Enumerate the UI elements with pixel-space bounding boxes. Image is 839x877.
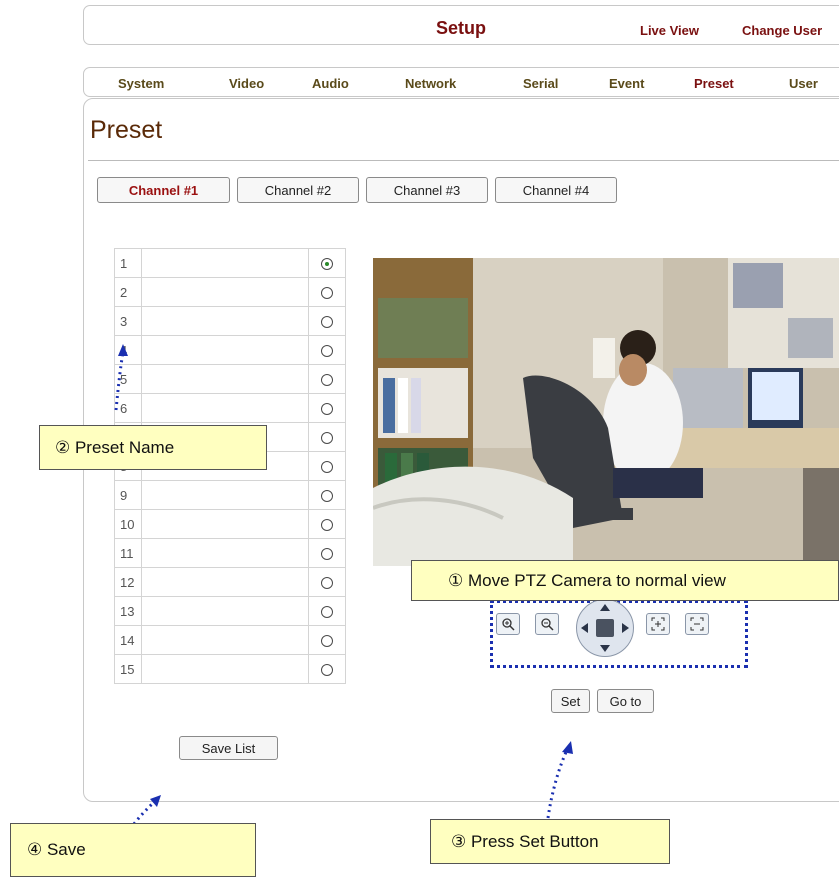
arrow-save [132,800,156,825]
arrow-head-press-set [562,741,573,754]
arrow-preset-name [114,351,125,411]
arrow-head-preset-name [118,344,128,356]
callout-preset-name: ② Preset Name [39,425,267,470]
callout-save: ④ Save [10,823,256,877]
callout-move-ptz: ① Move PTZ Camera to normal view [411,560,839,601]
callout-press-set: ③ Press Set Button [430,819,670,864]
arrow-press-set [546,749,569,819]
